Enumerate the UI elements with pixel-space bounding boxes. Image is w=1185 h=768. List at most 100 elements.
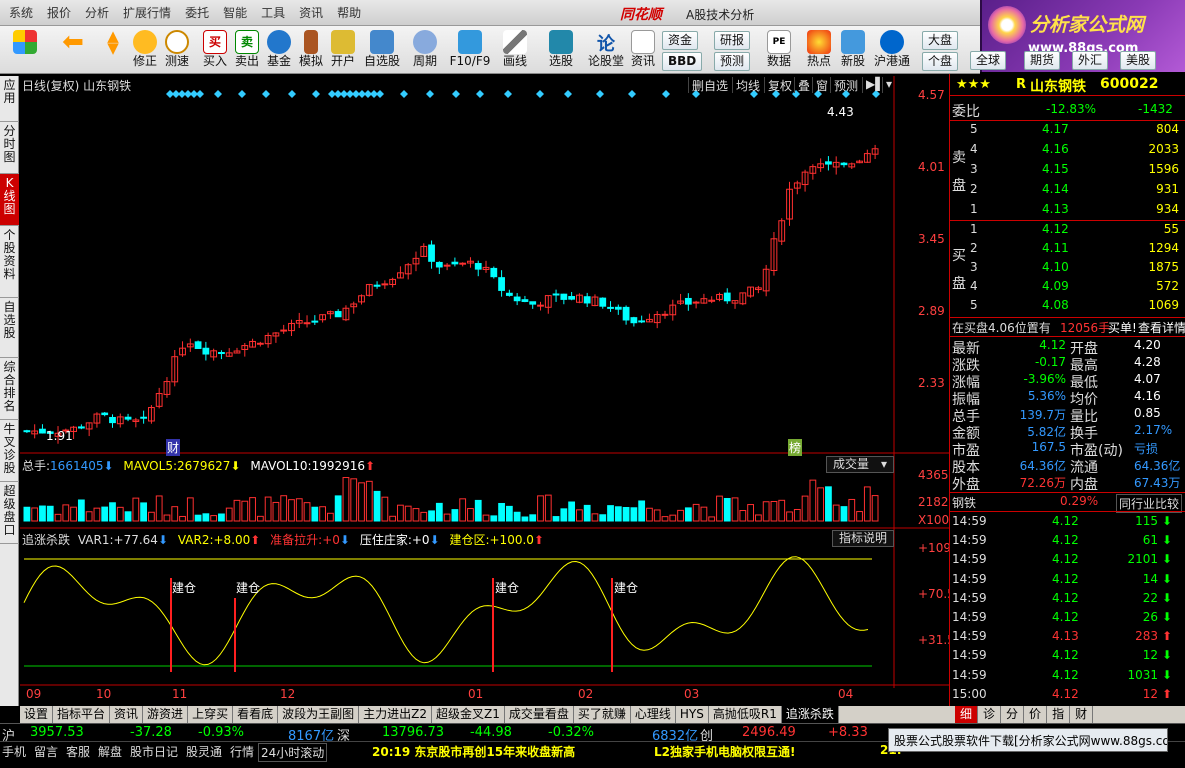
quote-label: 外盘 (952, 477, 980, 493)
nav-diagnose[interactable]: 牛叉诊股 (0, 420, 19, 482)
tab-volume-watch[interactable]: 成交量看盘 (505, 706, 574, 723)
hotspot-button[interactable]: 热点 (802, 28, 836, 72)
volume-bar (793, 508, 801, 522)
futures-button[interactable]: 期货 (1024, 51, 1061, 70)
simulate-button[interactable]: 模拟 (294, 28, 328, 72)
nav-watchlist[interactable]: 自选股 (0, 298, 19, 358)
notice-vol: 12056手 (1060, 321, 1111, 335)
prev-next-button[interactable]: ▲ ▼ (96, 28, 130, 72)
watermark-popup[interactable]: 股票公式股票软件下载[分析家公式网www.88gs.com] (888, 728, 1168, 752)
nav-ranking[interactable]: 综合排名 (0, 358, 19, 420)
finance-marker[interactable]: 财 (166, 439, 181, 456)
adjust-button[interactable]: 复权 (764, 77, 795, 93)
hk-connect-button[interactable]: 沪港通 (870, 28, 914, 72)
menu-trade[interactable]: 委托 (178, 4, 216, 21)
status-rolling[interactable]: 24小时滚动 (258, 743, 328, 762)
status-diary[interactable]: 股市日记 (130, 743, 178, 760)
sell-label: 卖出 (234, 54, 259, 68)
period-button[interactable]: 周期 (408, 28, 442, 72)
stock-picker-button[interactable]: 选股 (544, 28, 578, 72)
tab-hot-money[interactable]: 游资进 (143, 706, 189, 723)
remove-watch-button[interactable]: 删自选 (688, 77, 731, 93)
tab-hys[interactable]: HYS (676, 706, 709, 723)
market-button[interactable]: 大盘 (922, 31, 959, 50)
f10-button[interactable]: F10/F9 (448, 28, 492, 72)
fund-button[interactable]: 基金 (262, 28, 296, 72)
tab-detail[interactable]: 细 (955, 706, 979, 723)
notice-link[interactable]: 查看详情 (1138, 319, 1185, 336)
predict-button[interactable]: 预测 (830, 77, 861, 93)
dropdown-icon[interactable]: ▾ (882, 77, 895, 93)
speedtest-button[interactable]: 测速 (160, 28, 194, 72)
window-button[interactable]: 窗 (812, 77, 831, 93)
layout-button[interactable] (8, 28, 42, 72)
news-ticker-1[interactable]: 20:19 东京股市再创15年来收盘新高 (372, 743, 575, 760)
buy-button[interactable]: 买买入 (198, 28, 232, 72)
tab-min[interactable]: 分 (1001, 706, 1025, 723)
tab-cross-buy[interactable]: 上穿买 (188, 706, 234, 723)
kline-chart-area[interactable]: 日线(复权) 山东钢铁 删自选 均线 复权 叠 窗 预测 ▶▌ ▾ 4.43 1… (20, 76, 962, 706)
open-account-button[interactable]: 开户 (326, 28, 360, 72)
status-gulingtong[interactable]: 股灵通 (186, 743, 222, 760)
capital-button[interactable]: 资金 (662, 31, 699, 50)
menu-system[interactable]: 系统 (2, 4, 40, 21)
tab-diagnose[interactable]: 诊 (978, 706, 1002, 723)
indicator-select-volume[interactable]: 成交量 ▾ (826, 456, 894, 473)
news-button[interactable]: 资讯 (626, 28, 660, 72)
bbd-button[interactable]: BBD (662, 52, 703, 71)
nav-app[interactable]: 应用 (0, 76, 19, 122)
status-mobile[interactable]: 手机 (2, 743, 26, 760)
tab-buy-earn[interactable]: 买了就赚 (574, 706, 631, 723)
menu-ext-quote[interactable]: 扩展行情 (116, 4, 178, 21)
tab-indicator-platform[interactable]: 指标平台 (53, 706, 111, 723)
menu-quote[interactable]: 报价 (40, 4, 78, 21)
sell-button[interactable]: 卖卖出 (230, 28, 264, 72)
global-button[interactable]: 全球 (970, 51, 1007, 70)
status-commentary[interactable]: 解盘 (98, 743, 122, 760)
stock-picker-label: 选股 (548, 54, 573, 68)
ma-button[interactable]: 均线 (732, 77, 763, 93)
menu-info[interactable]: 资讯 (292, 4, 330, 21)
menu-smart[interactable]: 智能 (216, 4, 254, 21)
forecast-button[interactable]: 预测 (714, 52, 751, 71)
tab-main-force[interactable]: 主力进出Z2 (359, 706, 432, 723)
ipo-button[interactable]: 新股 (836, 28, 870, 72)
menu-analysis[interactable]: 分析 (78, 4, 116, 21)
tab-golden-cross[interactable]: 超级金叉Z1 (432, 706, 505, 723)
tab-news[interactable]: 资讯 (110, 706, 144, 723)
tab-settings[interactable]: 设置 (20, 706, 54, 723)
nav-profile[interactable]: 个股资料 (0, 226, 19, 298)
tab-psy-line[interactable]: 心理线 (631, 706, 676, 723)
tab-finance[interactable]: 财 (1070, 706, 1094, 723)
forum-button[interactable]: 论论股堂 (586, 28, 626, 72)
forex-button[interactable]: 外汇 (1072, 51, 1109, 70)
nav-depth[interactable]: 超级盘口 (0, 482, 19, 544)
indicator-help-button[interactable]: 指标说明 (832, 530, 894, 547)
correct-button[interactable]: 修正 (128, 28, 162, 72)
tab-index[interactable]: 指 (1047, 706, 1071, 723)
status-quote[interactable]: 行情 (230, 743, 254, 760)
menu-tools[interactable]: 工具 (254, 4, 292, 21)
research-button[interactable]: 研报 (714, 31, 751, 50)
ranking-marker[interactable]: 榜 (788, 439, 803, 456)
tab-look-bottom[interactable]: 看看底 (233, 706, 279, 723)
status-message[interactable]: 留言 (34, 743, 58, 760)
overlay-button[interactable]: 叠 (794, 77, 813, 93)
status-service[interactable]: 客服 (66, 743, 90, 760)
single-stock-button[interactable]: 个盘 (922, 52, 959, 71)
chart-canvas[interactable] (20, 76, 949, 706)
nav-timeshare[interactable]: 分时图 (0, 122, 19, 174)
nav-kline[interactable]: K线图 (0, 174, 19, 226)
draw-line-button[interactable]: 画线 (498, 28, 532, 72)
tab-wave-king[interactable]: 波段为王副图 (278, 706, 360, 723)
tab-price[interactable]: 价 (1024, 706, 1048, 723)
us-stock-button[interactable]: 美股 (1120, 51, 1157, 70)
tab-high-low[interactable]: 高抛低吸R1 (709, 706, 782, 723)
volume-bar (716, 495, 723, 522)
watchlist-button[interactable]: 自选股 (362, 28, 402, 72)
data-button[interactable]: PE 数据 (762, 28, 796, 72)
news-ticker-2[interactable]: L2独家手机电脑权限互通! (654, 743, 795, 760)
back-button[interactable]: ⬅ (56, 28, 90, 72)
menu-help[interactable]: 帮助 (330, 4, 368, 21)
tab-chase[interactable]: 追涨杀跌 (781, 706, 839, 723)
